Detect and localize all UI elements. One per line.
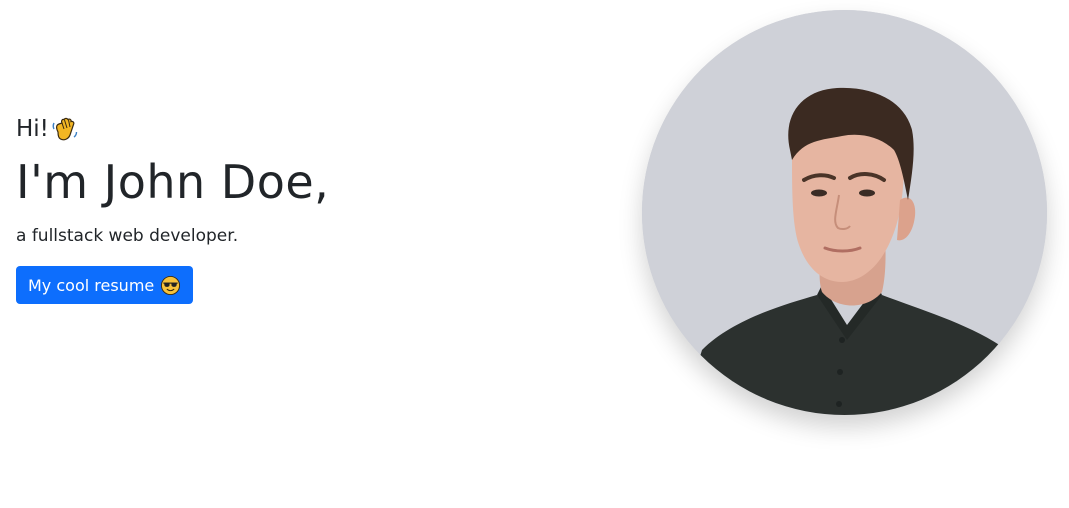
intro-block: Hi! I'm John Doe, a fullstack web develo… xyxy=(16,112,329,304)
greeting: Hi! xyxy=(16,112,329,146)
page-title: I'm John Doe, xyxy=(16,155,330,209)
resume-button-label: My cool resume xyxy=(28,275,155,295)
avatar xyxy=(642,10,1047,415)
tagline: a fullstack web developer. xyxy=(16,226,239,246)
waving-hand-icon xyxy=(50,114,80,144)
resume-button[interactable]: My cool resume xyxy=(16,266,194,304)
greeting-text: Hi! xyxy=(16,116,49,142)
hero-section: Hi! I'm John Doe, a fullstack web develo… xyxy=(0,0,1069,508)
sunglasses-face-icon xyxy=(160,275,181,296)
